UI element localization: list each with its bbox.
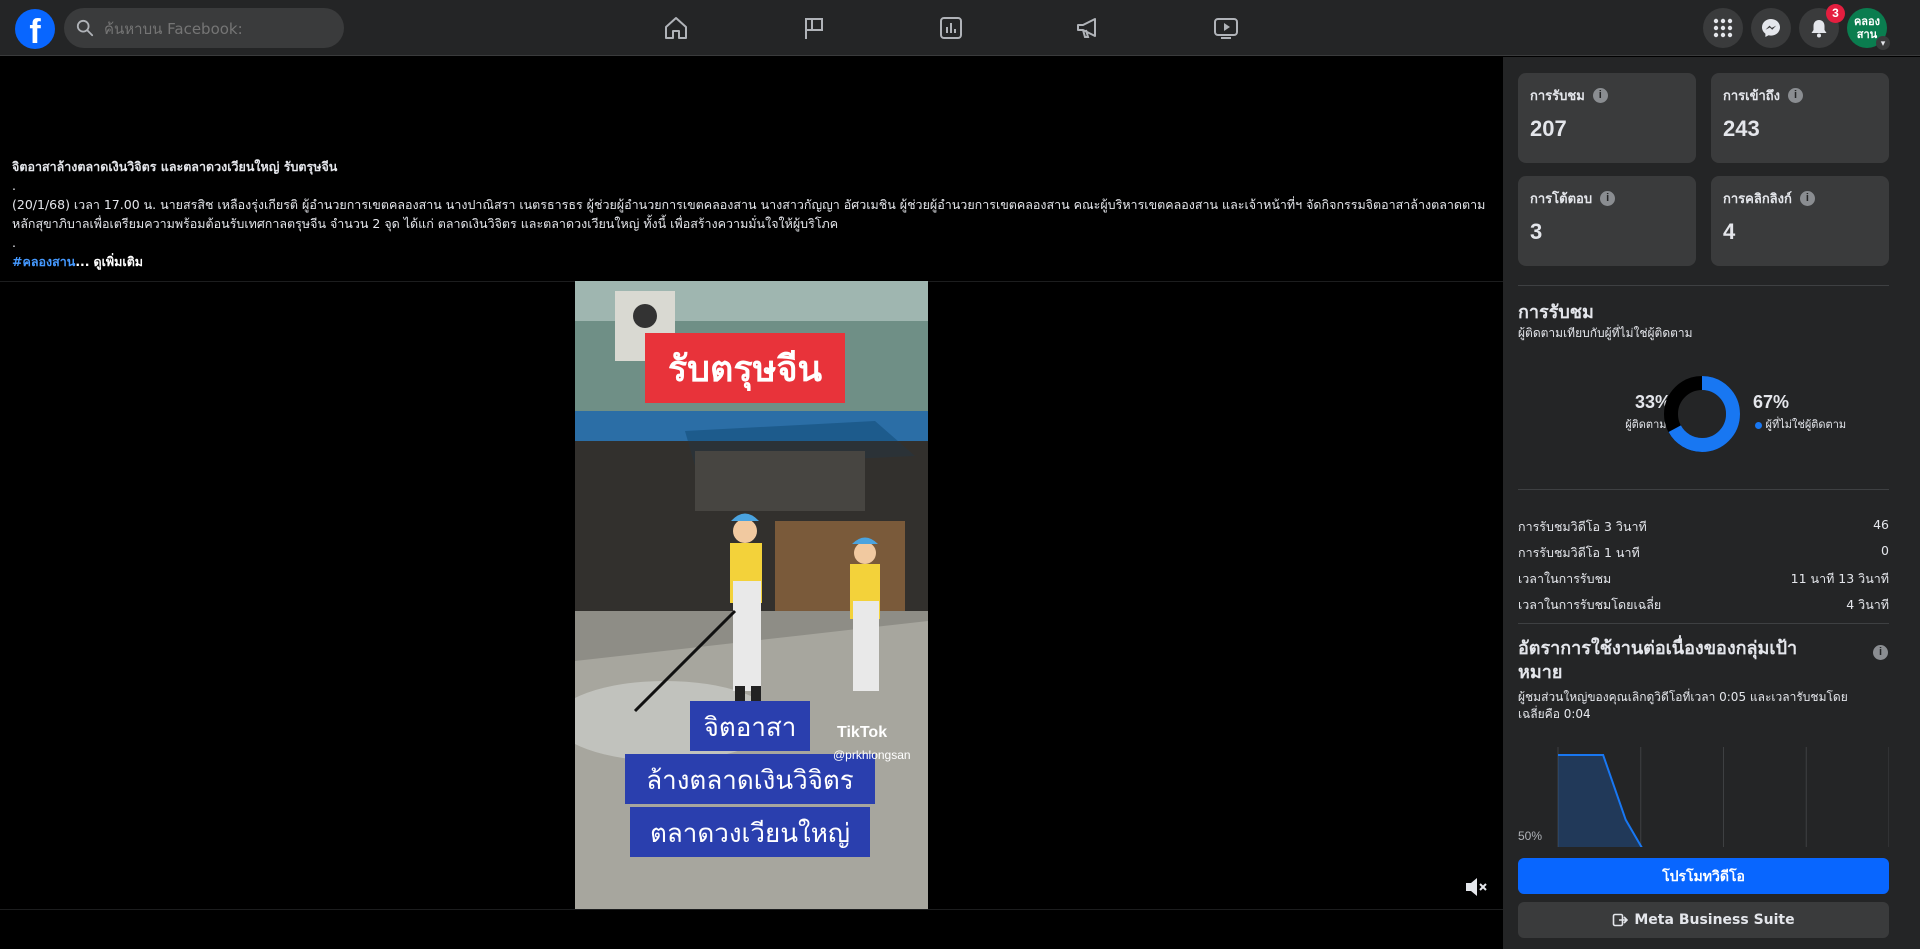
external-link-icon — [1613, 913, 1629, 927]
metric-label: การรับชมวิดีโอ 1 นาที — [1518, 545, 1640, 560]
notification-badge: 3 — [1826, 4, 1845, 23]
metric-label: เวลาในการรับชมโดยเฉลี่ย — [1518, 597, 1662, 612]
mute-icon[interactable] — [1464, 876, 1488, 898]
metric-row: เวลาในการรับชมโดยเฉลี่ย 4 วินาที — [1518, 595, 1889, 615]
top-bar: f 3 คลอง สาน ▾ — [0, 0, 1920, 56]
mbs-label: Meta Business Suite — [1634, 912, 1795, 928]
messenger-icon — [1762, 19, 1780, 37]
stat-value: 207 — [1530, 116, 1567, 141]
controls-divider — [0, 909, 1503, 910]
metric-value: 46 — [1873, 517, 1889, 532]
info-icon[interactable]: i — [1592, 88, 1608, 104]
megaphone-icon[interactable] — [1074, 14, 1102, 42]
video-caption-line1: จิตอาสา — [704, 713, 797, 743]
views-subtitle: ผู้ติดตามเทียบกับผู้ที่ไม่ใช่ผู้ติดตาม — [1518, 326, 1693, 340]
metric-value: 4 วินาที — [1846, 597, 1889, 612]
retention-area — [1558, 755, 1807, 847]
search-box[interactable] — [64, 8, 344, 50]
stat-label: การเข้าถึง — [1723, 89, 1781, 104]
grid-menu-icon — [1713, 18, 1733, 38]
tiktok-handle: @prkhlongsan — [833, 748, 911, 762]
bell-icon — [1811, 20, 1827, 38]
see-more-link[interactable]: ดูเพิ่มเติม — [94, 254, 144, 269]
followers-donut-chart — [1664, 376, 1740, 452]
retention-chart: 50% — [1518, 747, 1889, 847]
info-icon[interactable]: i — [1600, 191, 1616, 207]
nonfollowers-legend: ผู้ที่ไม่ใช่ผู้ติดตาม — [1755, 415, 1905, 433]
post-body: (20/1/68) เวลา 17.00 น. นายสรสิช เหลืองร… — [12, 197, 1486, 231]
metric-row: การรับชมวิดีโอ 3 วินาที 46 — [1518, 517, 1889, 537]
video-top-banner: รับตรุษจีน — [668, 349, 823, 392]
stat-label: การรับชม — [1530, 89, 1585, 104]
video-player[interactable]: รับตรุษจีน จิตอาสา ล้างตลาดเงินวิจิตร ตล… — [575, 281, 928, 909]
video-icon[interactable] — [1212, 14, 1240, 42]
search-icon — [76, 19, 94, 37]
info-icon[interactable]: i — [1788, 88, 1804, 104]
section-divider — [1518, 623, 1889, 624]
post-dot-1: . — [12, 178, 16, 193]
retention-desc-line2: เฉลี่ยคือ 0:04 — [1518, 707, 1591, 721]
post-title: จิตอาสาล้างตลาดเงินวิจิตร และตลาดวงเวียน… — [12, 159, 338, 174]
info-icon[interactable]: i — [1799, 191, 1815, 207]
section-divider — [1518, 489, 1889, 490]
metric-row: เวลาในการรับชม 11 นาที 13 วินาที — [1518, 569, 1889, 589]
nonfollowers-percent: 67% — [1753, 392, 1790, 412]
stat-value: 3 — [1530, 219, 1543, 244]
video-frame: รับตรุษจีน จิตอาสา ล้างตลาดเงินวิจิตร ตล… — [575, 281, 928, 909]
chart-icon[interactable] — [937, 14, 965, 42]
y-tick-label: 50% — [1518, 829, 1542, 843]
tiktok-watermark: TikTok — [837, 724, 887, 741]
stat-card-link-clicks: การคลิกลิงก์ i 4 — [1711, 176, 1889, 266]
metric-label: การรับชมวิดีโอ 3 วินาที — [1518, 519, 1647, 534]
followers-percent: 33% — [1634, 392, 1671, 412]
retention-desc-line1: ผู้ชมส่วนใหญ่ของคุณเลิกดูวิดีโอที่เวลา 0… — [1518, 690, 1848, 704]
avatar-text-1: คลอง — [1853, 15, 1881, 28]
menu-button[interactable] — [1703, 8, 1743, 48]
retention-title-line2: หมาย — [1518, 662, 1563, 683]
metric-row: การรับชมวิดีโอ 1 นาที 0 — [1518, 543, 1889, 563]
stat-card-reach: การเข้าถึง i 243 — [1711, 73, 1889, 163]
retention-title: อัตราการใช้งานต่อเนื่องของกลุ่มเป้า หมาย — [1518, 637, 1868, 685]
search-input[interactable] — [102, 8, 336, 50]
info-icon[interactable]: i — [1873, 645, 1888, 660]
notifications-button[interactable]: 3 — [1799, 4, 1845, 48]
post-caption: จิตอาสาล้างตลาดเงินวิจิตร และตลาดวงเวียน… — [12, 157, 1492, 271]
retention-title-line1: อัตราการใช้งานต่อเนื่องของกลุ่มเป้า — [1518, 638, 1798, 659]
promote-video-button[interactable]: โปรโมทวิดีโอ — [1518, 858, 1889, 894]
views-title: การรับชม — [1518, 302, 1594, 323]
post-dot-2: . — [12, 235, 16, 250]
stat-value: 4 — [1723, 219, 1736, 244]
hashtag-link[interactable]: #คลองสาน — [12, 254, 75, 269]
followers-label: ผู้ติดตาม — [1625, 418, 1667, 431]
retention-description: ผู้ชมส่วนใหญ่ของคุณเลิกดูวิดีโอที่เวลา 0… — [1518, 689, 1889, 723]
nonfollowers-label: ผู้ที่ไม่ใช่ผู้ติดตาม — [1765, 418, 1847, 431]
messenger-button[interactable] — [1751, 8, 1791, 48]
video-caption-line3: ตลาดวงเวียนใหญ่ — [650, 819, 850, 849]
stat-value: 243 — [1723, 116, 1760, 141]
flag-icon[interactable] — [800, 14, 828, 42]
metric-value: 0 — [1881, 543, 1889, 558]
meta-business-suite-button[interactable]: Meta Business Suite — [1518, 902, 1889, 938]
insights-panel: การรับชม i 207 การเข้าถึง i 243 การโต้ตอบ i… — [1503, 57, 1920, 949]
metric-label: เวลาในการรับชม — [1518, 571, 1612, 586]
stat-card-views: การรับชม i 207 — [1518, 73, 1696, 163]
home-icon[interactable] — [662, 14, 690, 42]
metric-value: 11 นาที 13 วินาที — [1790, 571, 1889, 586]
section-divider — [1518, 285, 1889, 286]
caption-ellipsis: ... — [75, 254, 90, 269]
stat-label: การคลิกลิงก์ — [1723, 192, 1792, 207]
legend-dot-nonfollowers — [1755, 421, 1762, 429]
chevron-down-icon[interactable]: ▾ — [1876, 36, 1890, 50]
stat-card-engagement: การโต้ตอบ i 3 — [1518, 176, 1696, 266]
video-caption-line2: ล้างตลาดเงินวิจิตร — [646, 766, 854, 796]
facebook-logo-icon[interactable]: f — [15, 9, 55, 49]
stat-label: การโต้ตอบ — [1530, 192, 1593, 207]
